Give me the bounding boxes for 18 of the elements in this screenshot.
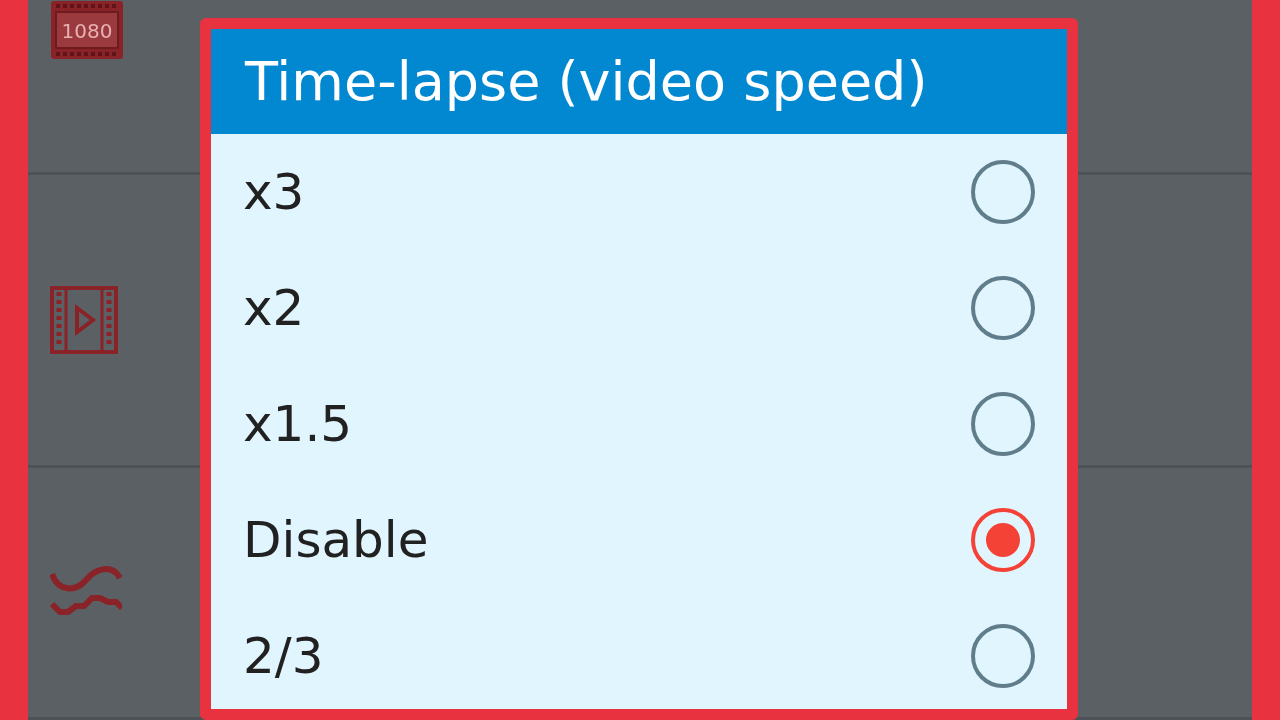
radio-button[interactable] — [971, 624, 1035, 688]
radio-button[interactable] — [971, 276, 1035, 340]
option-item[interactable]: x2 — [211, 250, 1067, 366]
radio-button[interactable] — [971, 392, 1035, 456]
option-item[interactable]: x3 — [211, 134, 1067, 250]
film-play-icon — [50, 286, 118, 354]
option-label: x3 — [243, 163, 305, 221]
radio-button[interactable] — [971, 508, 1035, 572]
option-label: 2/3 — [243, 627, 324, 685]
option-item[interactable]: x1.5 — [211, 366, 1067, 482]
option-item[interactable]: 2/3 — [211, 598, 1067, 714]
dialog-title: Time-lapse (video speed) — [211, 29, 1067, 134]
resolution-icon: 1080 — [50, 0, 124, 60]
option-label: Disable — [243, 511, 429, 569]
option-label: x2 — [243, 279, 305, 337]
option-label: x1.5 — [243, 395, 353, 453]
option-item[interactable]: Disable — [211, 482, 1067, 598]
radio-button[interactable] — [971, 160, 1035, 224]
